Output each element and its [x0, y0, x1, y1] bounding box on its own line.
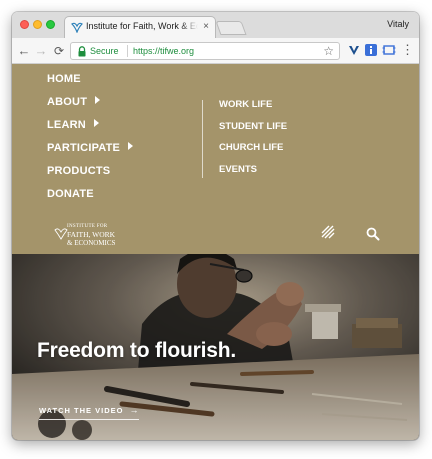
logo-line-2: FAITH, WORK	[67, 230, 116, 239]
chevron-right-icon	[128, 142, 134, 150]
hero-headline: Freedom to flourish.	[37, 339, 237, 362]
extension-v-icon[interactable]	[347, 43, 361, 57]
url-text[interactable]: https://tifwe.org	[133, 46, 194, 56]
maximize-window-button[interactable]	[46, 20, 55, 29]
address-bar[interactable]: Secure https://tifwe.org ☆	[70, 42, 340, 60]
reload-button[interactable]: ⟳	[51, 43, 67, 59]
nav-item-home[interactable]: HOME	[47, 72, 133, 95]
nav-item-donate[interactable]: DONATE	[47, 187, 133, 210]
logo-line-1: INSTITUTE FOR	[67, 224, 108, 229]
nav-item-about[interactable]: ABOUT	[47, 95, 133, 118]
chevron-right-icon	[95, 96, 101, 104]
minimize-window-button[interactable]	[33, 20, 42, 29]
browser-tab[interactable]: Institute for Faith, Work & Economics ×	[64, 16, 216, 38]
subnav-item-student-life[interactable]: STUDENT LIFE	[219, 120, 287, 142]
chevron-right-icon	[93, 119, 99, 127]
lock-icon	[78, 46, 86, 57]
tab-close-icon[interactable]: ×	[203, 20, 209, 34]
browser-menu-icon[interactable]: ⋮	[401, 42, 414, 58]
tab-strip: Institute for Faith, Work & Economics × …	[12, 12, 419, 38]
extension-info-icon[interactable]	[364, 43, 378, 57]
logo-line-3: & ECONOMICS	[67, 239, 116, 247]
nav-item-participate[interactable]: PARTICIPATE	[47, 141, 134, 164]
favicon-icon	[71, 22, 83, 33]
nav-item-learn[interactable]: LEARN	[47, 118, 133, 141]
subnav-item-events[interactable]: EVENTS	[219, 163, 287, 185]
search-icon[interactable]	[366, 227, 380, 241]
watch-video-link[interactable]: WATCH THE VIDEO →	[39, 405, 139, 415]
hamburger-icon[interactable]	[320, 224, 338, 242]
tab-title: Institute for Faith, Work & Economics	[86, 21, 198, 31]
logo-leaf-icon	[54, 228, 68, 240]
secondary-navigation: WORK LIFE STUDENT LIFE CHURCH LIFE EVENT…	[219, 98, 287, 184]
watch-video-label: WATCH THE VIDEO	[39, 406, 124, 415]
arrow-right-icon: →	[129, 405, 140, 415]
subnav-item-work-life[interactable]: WORK LIFE	[219, 98, 287, 120]
browser-window: Institute for Faith, Work & Economics × …	[12, 12, 419, 440]
main-navigation: HOME ABOUT LEARN PARTICIPATE PRODUCTS DO…	[47, 72, 134, 210]
forward-button[interactable]: →	[33, 43, 49, 59]
back-button[interactable]: ←	[16, 43, 32, 59]
site-navigation-panel: HOME ABOUT LEARN PARTICIPATE PRODUCTS DO…	[12, 64, 419, 254]
new-tab-button[interactable]	[215, 21, 247, 35]
extension-frame-icon[interactable]	[382, 43, 396, 57]
site-logo[interactable]: INSTITUTE FOR FAITH, WORK & ECONOMICS	[54, 224, 134, 252]
nav-item-products[interactable]: PRODUCTS	[47, 164, 133, 187]
bookmark-star-icon[interactable]: ☆	[323, 44, 334, 58]
watch-video-underline	[39, 419, 139, 420]
web-page: HOME ABOUT LEARN PARTICIPATE PRODUCTS DO…	[12, 64, 419, 440]
url-separator	[127, 45, 128, 57]
browser-toolbar: ← → ⟳ Secure https://tifwe.org ☆ ⋮	[12, 38, 419, 64]
profile-name[interactable]: Vitaly	[387, 19, 409, 29]
secure-label: Secure	[90, 46, 119, 56]
nav-divider	[202, 100, 203, 178]
hero-banner: Freedom to flourish. WATCH THE VIDEO →	[12, 254, 419, 440]
close-window-button[interactable]	[20, 20, 29, 29]
subnav-item-church-life[interactable]: CHURCH LIFE	[219, 141, 287, 163]
